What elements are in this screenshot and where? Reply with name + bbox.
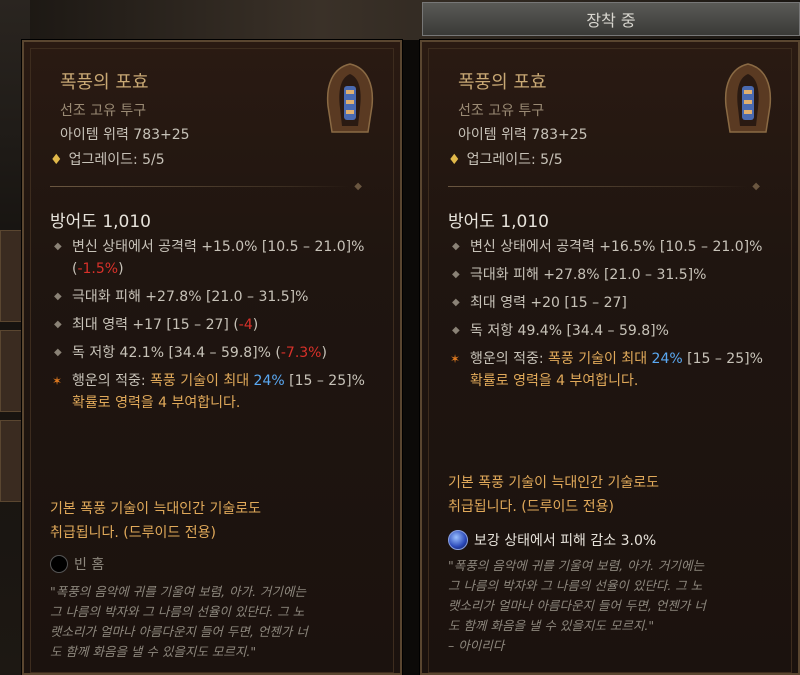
diamond-icon: ♦ xyxy=(50,152,63,168)
bullet-icon: ◆ xyxy=(452,297,460,308)
affix-list: ◆ 변신 상태에서 공격력 +16.5% [10.5 – 21.0]% ◆ 극대화 … xyxy=(448,236,768,398)
item-type: 선조 고유 투구 xyxy=(60,103,147,119)
helm-icon xyxy=(326,63,374,133)
affix-item: ◆ 변신 상태에서 공격력 +16.5% [10.5 – 21.0]% xyxy=(448,236,768,258)
bullet-icon: ◆ xyxy=(452,269,460,280)
affix-item: ◆ 최대 영력 +17 [15 – 27] (-4) xyxy=(50,314,370,336)
druid-bonus-line-2: 취급됩니다. (드루이드 전용) xyxy=(50,525,216,541)
flavor-text: "폭풍의 음악에 귀를 기울여 보렴, 아가. 거기에는 그 나름의 박자와 그… xyxy=(50,584,308,659)
inventory-slot[interactable] xyxy=(0,420,24,502)
helm-icon xyxy=(724,63,772,133)
flavor-text: "폭풍의 음악에 귀를 기울여 보렴, 아가. 거기에는 그 나름의 박자와 그… xyxy=(448,558,706,653)
sapphire-gem-icon xyxy=(448,530,468,550)
equipped-tab-label: 장착 중 xyxy=(586,11,636,30)
affix-item: ◆ 독 저항 42.1% [34.4 – 59.8]% (-7.3%) xyxy=(50,342,370,364)
item-upgrade: ♦ 업그레이드: 5/5 xyxy=(50,152,165,168)
item-title: 폭풍의 포효 xyxy=(60,72,149,93)
item-tooltip-equipped: 폭풍의 포효 선조 고유 투구 아이템 위력 783+25 ♦ 업그레이드: 5/… xyxy=(419,39,800,675)
inventory-slot[interactable] xyxy=(0,230,24,322)
star-icon: ✶ xyxy=(52,374,63,388)
bullet-icon: ◆ xyxy=(54,347,62,358)
affix-item: ◆ 극대화 피해 +27.8% [21.0 – 31.5]% xyxy=(448,264,768,286)
inventory-slot[interactable] xyxy=(0,330,24,412)
bullet-icon: ◆ xyxy=(54,291,62,302)
druid-bonus-line-2: 취급됩니다. (드루이드 전용) xyxy=(448,499,614,515)
diamond-icon: ♦ xyxy=(448,152,461,168)
item-power: 아이템 위력 783+25 xyxy=(458,127,588,143)
affix-item: ◆ 변신 상태에서 공격력 +15.0% [10.5 – 21.0]% (-1.5… xyxy=(50,236,370,280)
socketed-gem: 보강 상태에서 피해 감소 3.0% xyxy=(448,530,656,550)
item-title: 폭풍의 포효 xyxy=(458,72,547,93)
bullet-icon: ◆ xyxy=(452,241,460,252)
affix-item: ◆ 독 저항 49.4% [34.4 – 59.8]% xyxy=(448,320,768,342)
item-type: 선조 고유 투구 xyxy=(458,103,545,119)
affix-list: ◆ 변신 상태에서 공격력 +15.0% [10.5 – 21.0]% (-1.5… xyxy=(50,236,370,420)
item-upgrade: ♦ 업그레이드: 5/5 xyxy=(448,152,563,168)
divider: ◆ xyxy=(50,181,362,192)
item-tooltip-compare: 폭풍의 포효 선조 고유 투구 아이템 위력 783+25 ♦ 업그레이드: 5/… xyxy=(21,39,403,675)
unique-aspect: ✶ 행운의 적중: 폭풍 기술이 최대 24% [15 – 25]% 확률로 영력… xyxy=(50,370,370,414)
armor-value: 방어도 1,010 xyxy=(448,212,549,232)
affix-item: ◆ 극대화 피해 +27.8% [21.0 – 31.5]% xyxy=(50,286,370,308)
item-power: 아이템 위력 783+25 xyxy=(60,127,190,143)
bullet-icon: ◆ xyxy=(54,319,62,330)
druid-bonus-line-1: 기본 폭풍 기술이 늑대인간 기술로도 xyxy=(50,501,261,517)
bullet-icon: ◆ xyxy=(452,325,460,336)
empty-socket: 빈 홈 xyxy=(50,554,104,574)
druid-bonus-line-1: 기본 폭풍 기술이 늑대인간 기술로도 xyxy=(448,475,659,491)
star-icon: ✶ xyxy=(450,352,461,366)
divider: ◆ xyxy=(448,181,760,192)
armor-value: 방어도 1,010 xyxy=(50,212,151,232)
bullet-icon: ◆ xyxy=(54,241,62,252)
socket-icon xyxy=(50,555,68,573)
affix-item: ◆ 최대 영력 +20 [15 – 27] xyxy=(448,292,768,314)
equipped-tab: 장착 중 xyxy=(422,2,800,36)
unique-aspect: ✶ 행운의 적중: 폭풍 기술이 최대 24% [15 – 25]% 확률로 영력… xyxy=(448,348,768,392)
